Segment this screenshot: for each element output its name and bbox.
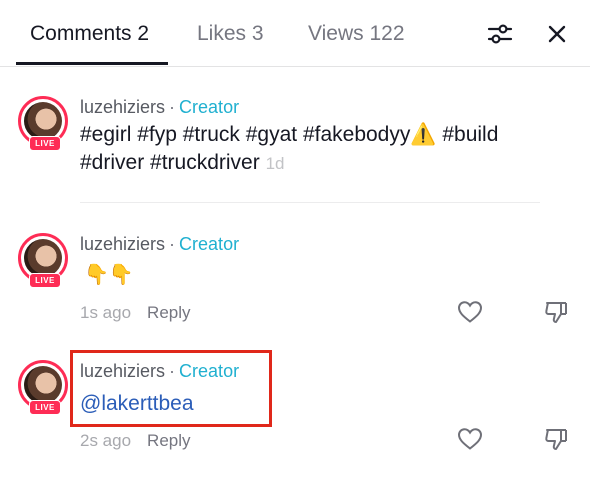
- caption-line-2-text: #driver #truckdriver: [80, 151, 260, 174]
- author-name[interactable]: luzehiziers: [80, 234, 165, 254]
- comment-meta: 2s ago Reply: [80, 430, 191, 452]
- sliders-icon[interactable]: [484, 18, 516, 50]
- heart-icon[interactable]: [455, 424, 485, 454]
- post-author-line: luzehiziers · Creator: [80, 96, 239, 118]
- author-name[interactable]: luzehiziers: [80, 97, 165, 117]
- live-badge: LIVE: [29, 400, 61, 415]
- live-badge: LIVE: [29, 273, 61, 288]
- live-badge: LIVE: [29, 136, 61, 151]
- creator-badge: Creator: [179, 234, 240, 254]
- creator-badge: Creator: [179, 97, 240, 117]
- tab-likes[interactable]: Likes 3: [197, 20, 264, 48]
- separator-dot: ·: [169, 234, 176, 254]
- highlight-annotation-box: [70, 350, 272, 427]
- comments-panel: Comments 2 Likes 3 Views 122 LIVE luzehi…: [0, 0, 590, 485]
- post-time: 1d: [265, 154, 285, 173]
- comment-text: 👇👇: [84, 264, 134, 286]
- avatar[interactable]: LIVE: [18, 96, 68, 151]
- caption-line-2: #driver #truckdriver 1d: [80, 149, 560, 178]
- tab-views[interactable]: Views 122: [308, 20, 405, 48]
- avatar-photo: [24, 239, 62, 277]
- comment-time: 1s ago: [80, 303, 132, 322]
- comment-time: 2s ago: [80, 431, 132, 450]
- separator-dot: ·: [169, 97, 176, 117]
- comment-author-line: luzehiziers · Creator: [80, 233, 239, 255]
- avatar-photo: [24, 366, 62, 404]
- heart-icon[interactable]: [455, 297, 485, 327]
- dislike-icon[interactable]: [541, 297, 571, 327]
- post-caption: #egirl #fyp #truck #gyat #fakebodyy⚠️ #b…: [80, 121, 560, 178]
- tab-bar: Comments 2 Likes 3 Views 122: [0, 0, 590, 67]
- avatar[interactable]: LIVE: [18, 360, 68, 415]
- avatar-photo: [24, 102, 62, 140]
- close-icon[interactable]: [541, 18, 573, 50]
- comment-meta: 1s ago Reply: [80, 302, 191, 324]
- tab-comments[interactable]: Comments 2: [30, 20, 149, 48]
- reply-button[interactable]: Reply: [147, 303, 190, 322]
- divider: [80, 202, 540, 203]
- active-tab-indicator: [16, 62, 168, 65]
- dislike-icon[interactable]: [541, 424, 571, 454]
- caption-line-1: #egirl #fyp #truck #gyat #fakebodyy⚠️ #b…: [80, 123, 499, 146]
- reply-button[interactable]: Reply: [147, 431, 190, 450]
- avatar[interactable]: LIVE: [18, 233, 68, 288]
